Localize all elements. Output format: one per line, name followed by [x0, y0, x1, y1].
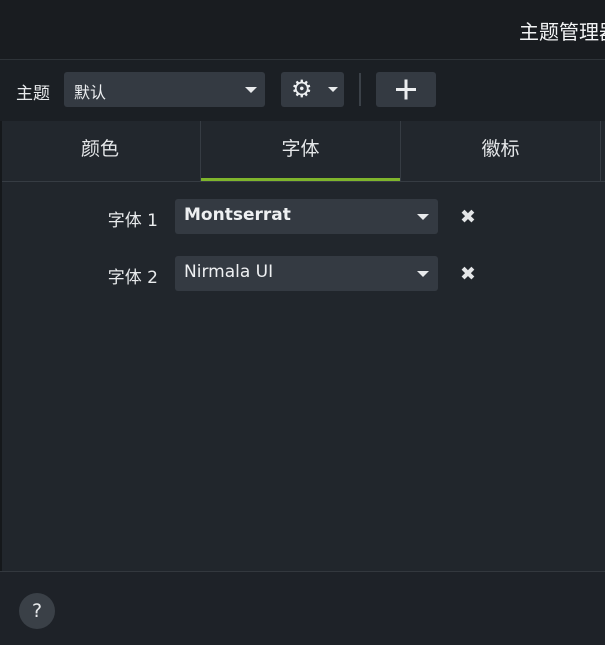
chevron-down-icon — [245, 87, 257, 93]
theme-options-button[interactable]: ⚙ — [281, 72, 344, 107]
remove-font-1-icon[interactable]: ✖ — [456, 205, 480, 229]
theme-tabs: 颜色 字体 徽标 — [0, 121, 605, 182]
toolbar-divider — [359, 73, 361, 106]
remove-font-2-icon[interactable]: ✖ — [456, 262, 480, 286]
footer-bar — [0, 571, 605, 645]
tab-colors[interactable]: 颜色 — [0, 121, 201, 181]
tab-logo[interactable]: 徽标 — [401, 121, 601, 181]
chevron-down-icon — [328, 87, 338, 92]
add-theme-button[interactable] — [376, 72, 436, 107]
font-1-select[interactable]: Montserrat — [175, 199, 438, 234]
font-1-value: Montserrat — [184, 205, 291, 225]
fonts-panel — [0, 182, 605, 571]
help-button[interactable]: ? — [19, 593, 55, 629]
window-title: 主题管理器 — [519, 20, 605, 44]
chevron-down-icon — [417, 214, 429, 220]
font-2-value: Nirmala UI — [184, 262, 274, 282]
font-2-label: 字体 2 — [107, 268, 158, 288]
theme-select-value: 默认 — [74, 83, 107, 102]
chevron-down-icon — [417, 271, 429, 277]
title-bar: 主题管理器 — [0, 0, 605, 60]
font-2-select[interactable]: Nirmala UI — [175, 256, 438, 291]
theme-label: 主题 — [16, 84, 50, 104]
plus-icon — [396, 79, 416, 100]
gear-icon: ⚙ — [291, 75, 313, 103]
theme-select[interactable]: 默认 — [64, 72, 265, 107]
panel-edge — [0, 121, 2, 571]
tab-fonts[interactable]: 字体 — [201, 121, 401, 181]
font-1-label: 字体 1 — [107, 211, 158, 231]
